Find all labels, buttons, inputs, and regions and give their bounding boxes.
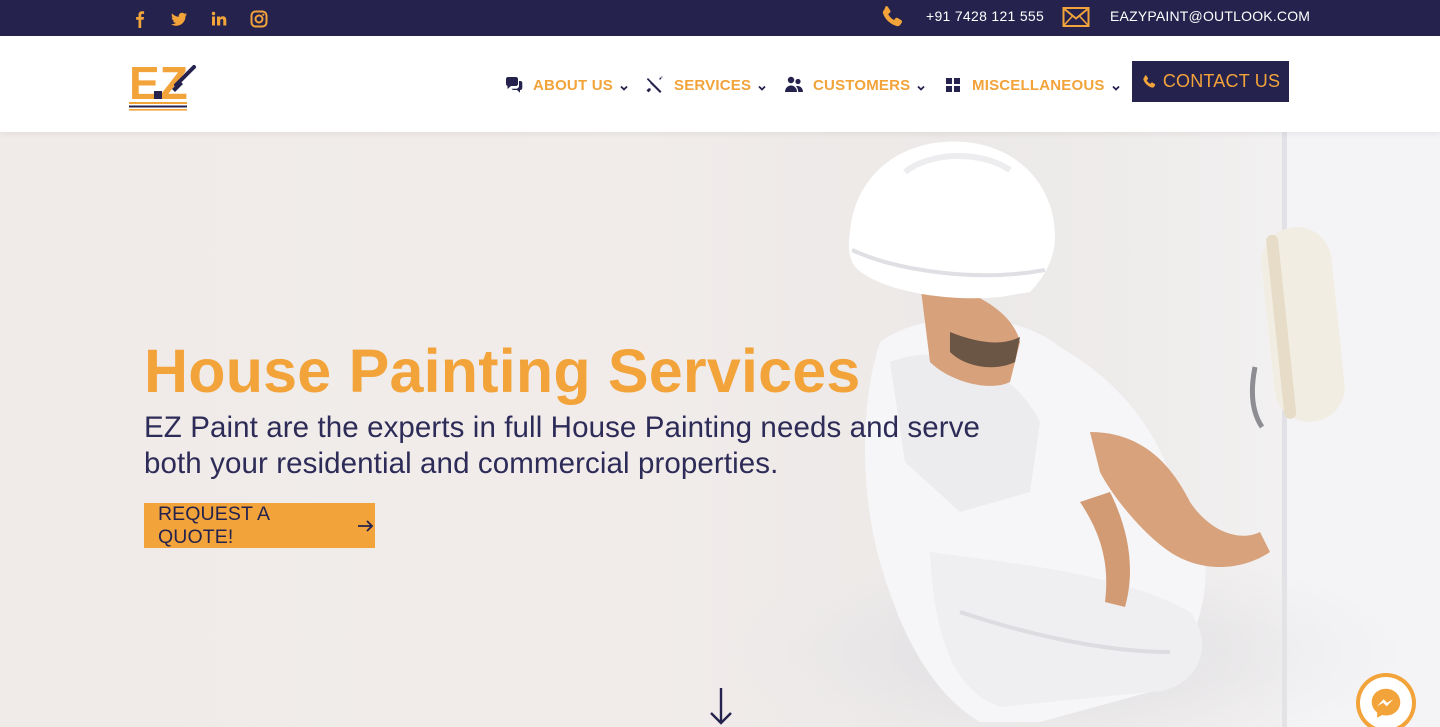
phone-icon [879,4,905,30]
arrow-right-icon [357,519,375,533]
chevron-down-icon [757,80,767,91]
request-quote-label: REQUEST A QUOTE! [158,502,270,548]
site-logo[interactable]: EZ [128,55,198,111]
linkedin-icon[interactable] [210,10,228,28]
hero-subtitle: EZ Paint are the experts in full House P… [144,411,981,480]
hero-section: House Painting Services EZ Paint are the… [0,132,1440,727]
nav-miscellaneous[interactable]: MISCELLANEOUS [943,74,1121,96]
nav-label: MISCELLANEOUS [972,76,1105,94]
top-bar: +91 7428 121 555 EAZYPAINT@OUTLOOK.COM [0,0,1440,36]
chevron-down-icon [916,80,926,91]
grid-icon [943,75,963,95]
nav-label: SERVICES [674,76,752,94]
chat-bubbles-icon [504,75,524,95]
site-header: EZ ABOUT US SERVICES CUSTOMERS MISCELLAN… [0,36,1440,132]
request-quote-button[interactable]: REQUEST A QUOTE! [144,503,375,548]
phone-number[interactable]: +91 7428 121 555 [926,8,1044,24]
nav-about-us[interactable]: ABOUT US [504,74,629,96]
phone-icon [1141,74,1157,90]
contact-us-button[interactable]: CONTACT US [1132,61,1289,102]
nav-customers[interactable]: CUSTOMERS [784,74,926,96]
twitter-icon[interactable] [170,10,188,28]
arrow-down-icon[interactable] [708,686,734,726]
nav-label: ABOUT US [533,76,613,94]
chevron-down-icon [1111,80,1121,91]
email-address[interactable]: EAZYPAINT@OUTLOOK.COM [1110,8,1310,24]
hero-title: House Painting Services [144,337,861,405]
messenger-icon[interactable] [1356,673,1416,727]
tools-icon [645,75,665,95]
contact-us-label: CONTACT US [1162,71,1281,91]
chevron-down-icon [619,80,629,91]
nav-services[interactable]: SERVICES [645,74,767,96]
envelope-icon [1062,6,1090,28]
instagram-icon[interactable] [250,10,268,28]
facebook-icon[interactable] [131,10,149,29]
users-icon [784,75,804,95]
nav-label: CUSTOMERS [813,76,911,94]
